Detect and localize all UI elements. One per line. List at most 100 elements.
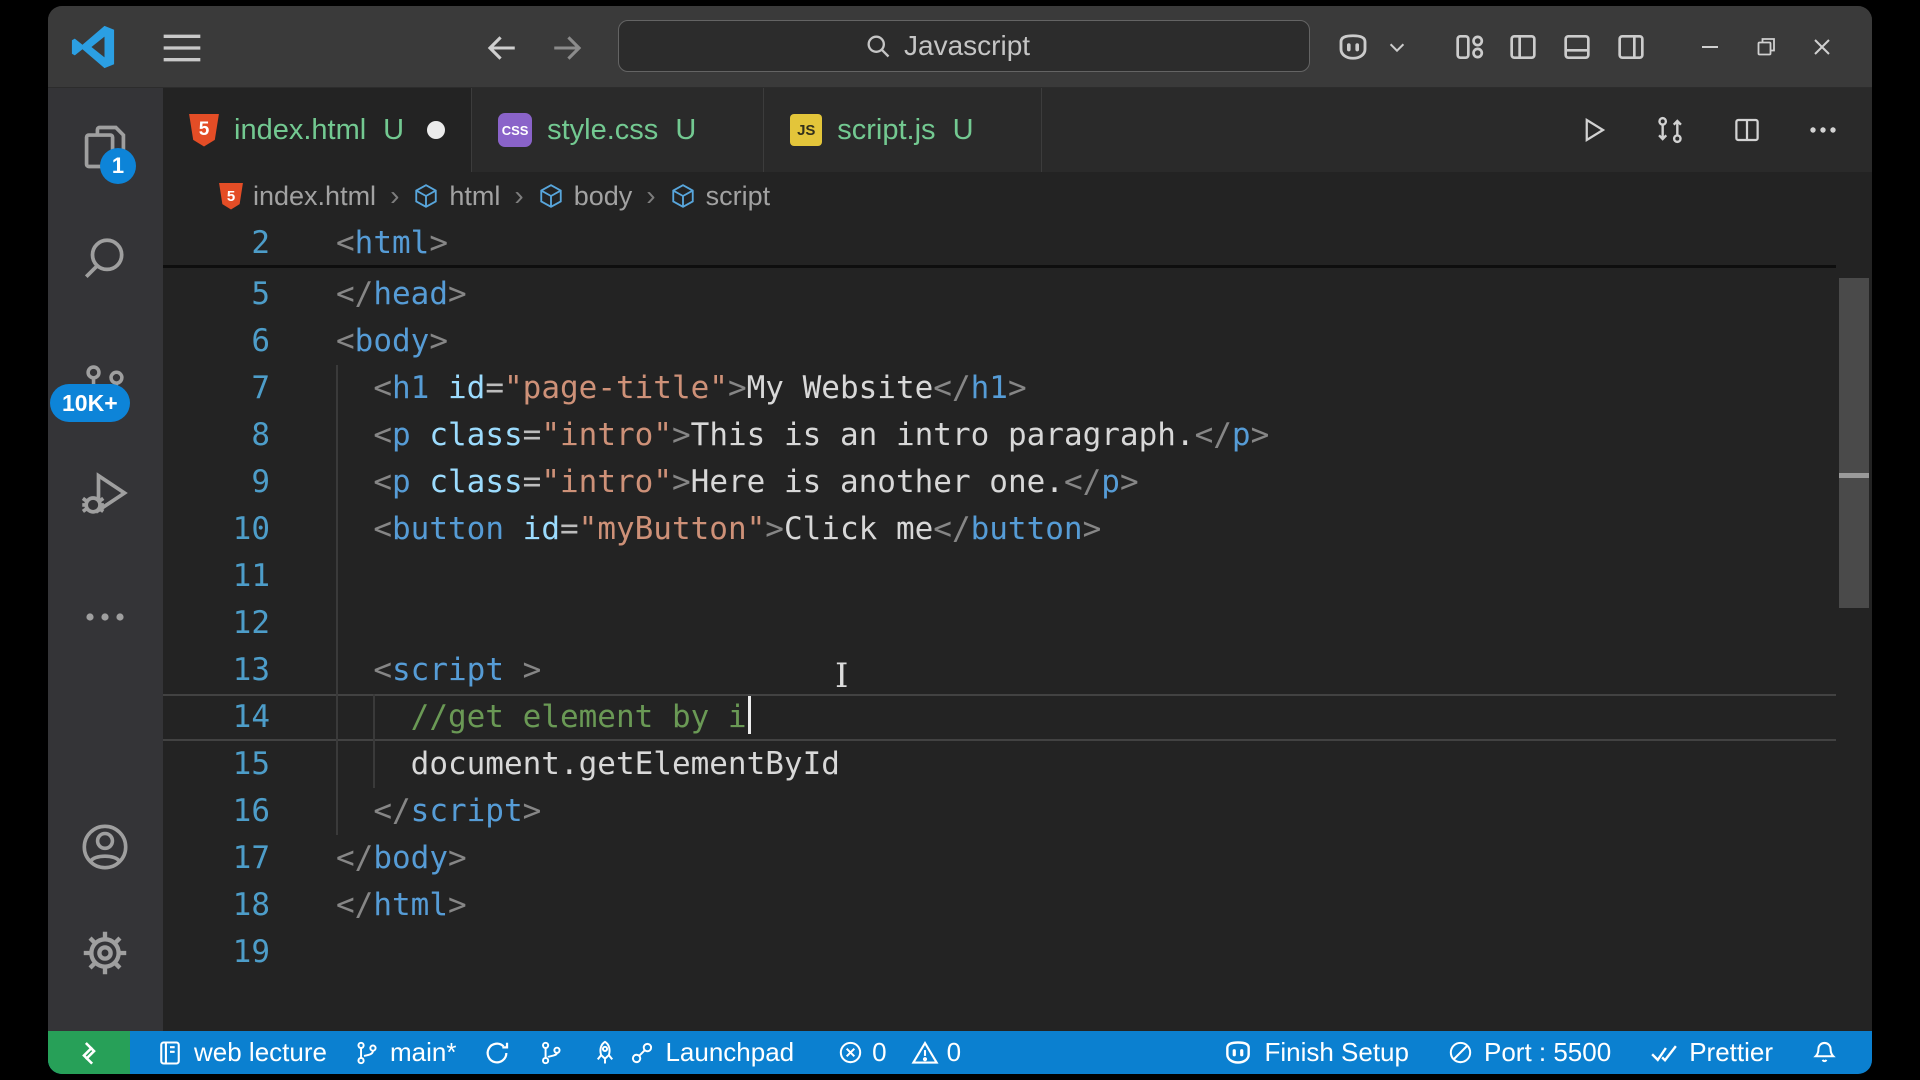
remote-indicator[interactable]: [48, 1031, 130, 1074]
link-icon: [629, 1040, 655, 1066]
command-center-search[interactable]: [618, 20, 1310, 72]
breadcrumb-separator: ›: [512, 180, 525, 212]
customize-layout-icon[interactable]: [1442, 24, 1496, 70]
rocket-icon: [591, 1039, 619, 1067]
code-line[interactable]: 19: [163, 929, 1836, 976]
code-text: </head>: [336, 271, 467, 318]
code-line[interactable]: 18</html>: [163, 882, 1836, 929]
editor-scrollbar[interactable]: [1836, 220, 1872, 1031]
search-input[interactable]: [904, 30, 1064, 62]
tab-label: style.css: [547, 114, 658, 147]
tab-git-status: U: [953, 114, 974, 147]
line-number: 16: [163, 788, 270, 835]
search-sidebar-icon[interactable]: [78, 232, 132, 286]
code-line[interactable]: 13 <script >: [163, 647, 1836, 694]
code-line[interactable]: 12: [163, 600, 1836, 647]
line-number: 10: [163, 506, 270, 553]
breadcrumb-segment-body[interactable]: body: [538, 181, 633, 212]
repository-icon: [156, 1039, 184, 1067]
line-number: 13: [163, 647, 270, 694]
code-text: <script >: [336, 647, 541, 694]
tab-index-html[interactable]: 5 index.html U: [163, 88, 472, 172]
sync-icon: [483, 1039, 511, 1067]
repository-item[interactable]: web lecture: [156, 1037, 327, 1068]
formatter-item[interactable]: Prettier: [1649, 1037, 1773, 1068]
code-line[interactable]: 9 <p class="intro">Here is another one.<…: [163, 459, 1836, 506]
open-changes-icon[interactable]: [1654, 114, 1686, 146]
sticky-scroll-line[interactable]: 2<html>: [163, 220, 1836, 268]
breadcrumb-segment-script[interactable]: script: [670, 181, 771, 212]
code-text: <button id="myButton">Click me</button>: [336, 506, 1101, 553]
close-button[interactable]: [1794, 20, 1850, 74]
problems-item[interactable]: 0 0: [837, 1037, 961, 1068]
code-line[interactable]: 17</body>: [163, 835, 1836, 882]
indent-guide: [336, 600, 338, 647]
status-bar: web lecture main*: [48, 1031, 1872, 1074]
copilot-setup-item[interactable]: Finish Setup: [1222, 1037, 1409, 1068]
run-button[interactable]: [1578, 115, 1608, 145]
split-editor-icon[interactable]: [1732, 115, 1762, 145]
more-actions-icon[interactable]: [1808, 125, 1838, 135]
code-line[interactable]: 16 </script>: [163, 788, 1836, 835]
toggle-secondary-sidebar-icon[interactable]: [1604, 24, 1658, 70]
bell-icon: [1811, 1039, 1838, 1066]
copilot-icon[interactable]: [1326, 24, 1380, 70]
port-item[interactable]: Port : 5500: [1447, 1037, 1611, 1068]
breadcrumb-file[interactable]: 5 index.html: [219, 181, 376, 212]
code-text: document.getElementById: [336, 741, 840, 788]
code-line[interactable]: 11: [163, 553, 1836, 600]
chevron-down-icon[interactable]: [1380, 24, 1414, 70]
scrollbar-current-line-marker: [1839, 473, 1869, 478]
code-line[interactable]: 5 </head>: [163, 271, 1836, 318]
title-bar-right: [1326, 6, 1872, 88]
restore-button[interactable]: [1738, 20, 1794, 74]
code-text: </html>: [336, 882, 467, 929]
line-number: 8: [163, 412, 270, 459]
code-line[interactable]: 7 <h1 id="page-title">My Website</h1>: [163, 365, 1836, 412]
sticky-code-line[interactable]: 2<html>: [163, 220, 1836, 267]
code-text: <h1 id="page-title">My Website</h1>: [336, 365, 1027, 412]
toggle-panel-icon[interactable]: [1550, 24, 1604, 70]
indent-guide: [336, 553, 338, 600]
code-line[interactable]: 15 document.getElementById: [163, 741, 1836, 788]
breadcrumb: 5 index.html › html ›: [163, 172, 1872, 220]
port-slash-icon: [1447, 1039, 1474, 1066]
line-number: 19: [163, 929, 270, 976]
code-line[interactable]: 14 //get element by i: [163, 694, 1836, 741]
tab-style-css[interactable]: CSS style.css U: [472, 88, 764, 172]
toggle-primary-sidebar-icon[interactable]: [1496, 24, 1550, 70]
css-file-icon: CSS: [498, 113, 532, 147]
minimize-button[interactable]: [1682, 20, 1738, 74]
launchpad-item[interactable]: Launchpad: [591, 1037, 794, 1068]
search-icon: [864, 32, 892, 60]
code-editor[interactable]: 2<html> 5 </head>6<body>7 <h1 id="page-ti…: [163, 220, 1872, 1031]
title-bar: [48, 6, 1872, 88]
line-number: 7: [163, 365, 270, 412]
unsaved-dot[interactable]: [427, 121, 445, 139]
git-branch-item[interactable]: main*: [354, 1037, 456, 1068]
code-line[interactable]: 8 <p class="intro">This is an intro para…: [163, 412, 1836, 459]
forward-arrow-icon[interactable]: [545, 28, 589, 68]
account-icon[interactable]: [78, 820, 132, 874]
tab-script-js[interactable]: JS script.js U: [764, 88, 1041, 172]
errors-icon: [837, 1039, 864, 1066]
code-text: <html>: [336, 220, 448, 267]
line-number: 14: [163, 694, 270, 741]
line-number: 5: [163, 271, 270, 318]
more-views-icon[interactable]: [78, 590, 132, 644]
source-control-graph-item[interactable]: [538, 1039, 564, 1067]
line-number: 11: [163, 553, 270, 600]
line-number: 17: [163, 835, 270, 882]
activity-bar: 1 10K+: [48, 88, 163, 1031]
run-debug-icon[interactable]: [78, 466, 132, 520]
menu-icon[interactable]: [160, 28, 204, 68]
code-line[interactable]: 10 <button id="myButton">Click me</butto…: [163, 506, 1836, 553]
breadcrumb-segment-html[interactable]: html: [413, 181, 500, 212]
settings-gear-icon[interactable]: [78, 926, 132, 980]
notifications-item[interactable]: [1811, 1039, 1838, 1066]
back-arrow-icon[interactable]: [480, 28, 524, 68]
sync-changes-item[interactable]: [483, 1039, 511, 1067]
scrollbar-thumb[interactable]: [1839, 278, 1869, 608]
code-line[interactable]: 6<body>: [163, 318, 1836, 365]
code-text: <p class="intro">This is an intro paragr…: [336, 412, 1269, 459]
